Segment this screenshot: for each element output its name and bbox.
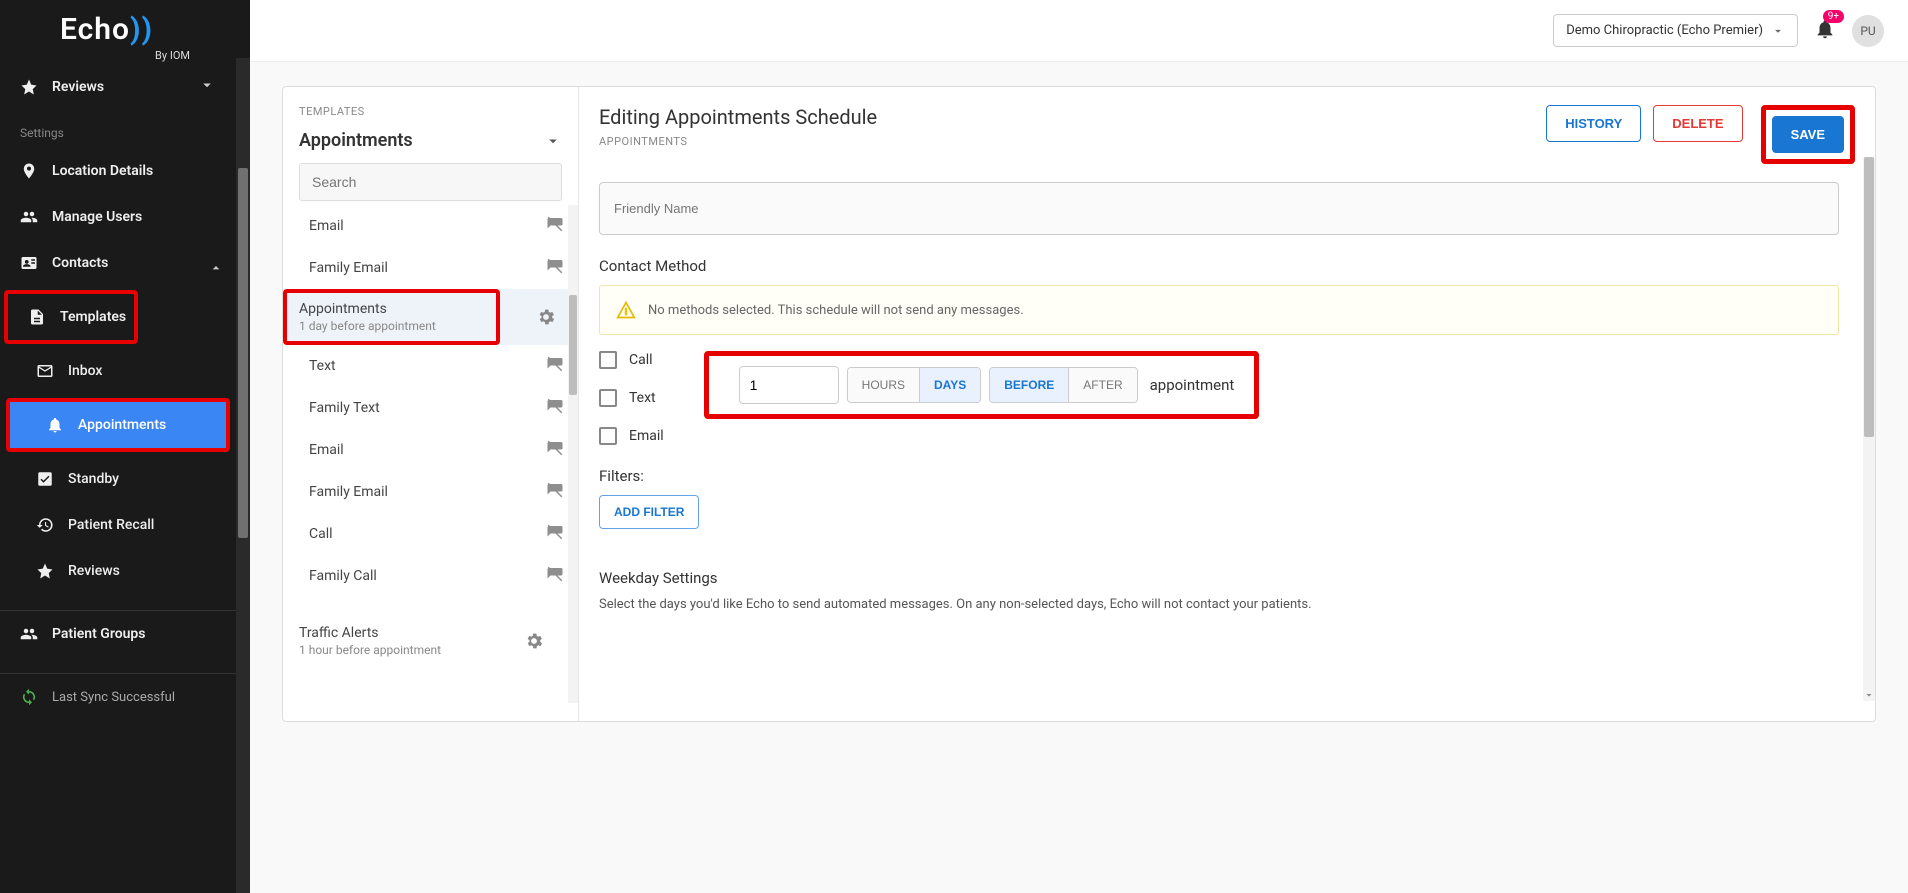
template-item-call[interactable]: Call [283, 513, 578, 555]
template-item-text[interactable]: Text [283, 345, 578, 387]
history-button[interactable]: HISTORY [1546, 105, 1641, 142]
location-icon [20, 162, 38, 180]
editor-title: Editing Appointments Schedule [599, 105, 1534, 129]
muted-icon [546, 481, 564, 503]
template-item-traffic-alerts[interactable]: Traffic Alerts 1 hour before appointment [283, 615, 578, 667]
warning-box: No methods selected. This schedule will … [599, 285, 1839, 335]
checkbox-text[interactable]: Text [599, 389, 664, 407]
templates-list-scrollbar[interactable] [568, 205, 578, 703]
friendly-name-input[interactable] [599, 182, 1839, 235]
template-item-family-email[interactable]: Family Email [283, 247, 578, 289]
seg-before-button[interactable]: BEFORE [990, 368, 1069, 402]
unit-toggle: HOURS DAYS [847, 367, 982, 403]
direction-toggle: BEFORE AFTER [989, 367, 1137, 403]
document-icon [28, 308, 46, 326]
templates-panel: TEMPLATES Appointments Email [283, 87, 579, 721]
template-item-email-2[interactable]: Email [283, 429, 578, 471]
sidebar-item-patient-recall[interactable]: Patient Recall [0, 502, 236, 548]
sidebar-item-location-details[interactable]: Location Details [0, 148, 236, 194]
org-selector[interactable]: Demo Chiropractic (Echo Premier) [1553, 14, 1798, 47]
add-filter-button[interactable]: ADD FILTER [599, 495, 699, 529]
timing-value-input[interactable] [739, 366, 839, 404]
caret-down-icon [1771, 24, 1785, 38]
groups-icon [20, 625, 38, 643]
notification-badge: 9+ [1823, 10, 1844, 23]
muted-icon [546, 257, 564, 279]
weekday-settings-label: Weekday Settings [599, 569, 1839, 587]
sidebar: Echo)) By IOM Reviews Settings Location … [0, 0, 250, 893]
weekday-settings-desc: Select the days you'd like Echo to send … [599, 597, 1839, 612]
logo: Echo)) [0, 0, 250, 55]
muted-icon [546, 397, 564, 419]
template-item-family-email-2[interactable]: Family Email [283, 471, 578, 513]
warning-icon [616, 300, 636, 320]
sidebar-item-manage-users[interactable]: Manage Users [0, 194, 236, 240]
sidebar-item-contacts[interactable]: Contacts [0, 240, 236, 286]
template-item-email[interactable]: Email [283, 205, 578, 247]
templates-label: TEMPLATES [299, 105, 562, 118]
template-item-appointments[interactable]: Appointments 1 day before appointment [283, 289, 578, 345]
editor-breadcrumb: APPOINTMENTS [599, 135, 1534, 148]
checkbox-call[interactable]: Call [599, 351, 664, 369]
template-item-family-call[interactable]: Family Call [283, 555, 578, 597]
sidebar-item-reviews-2[interactable]: Reviews [0, 548, 236, 594]
sidebar-scrollbar[interactable] [236, 58, 250, 893]
sync-icon [20, 688, 38, 706]
sidebar-item-last-sync[interactable]: Last Sync Successful [0, 674, 236, 720]
inbox-icon [36, 362, 54, 380]
seg-after-button[interactable]: AFTER [1069, 368, 1136, 402]
sidebar-section-settings: Settings [0, 112, 236, 148]
users-icon [20, 208, 38, 226]
standby-icon [36, 470, 54, 488]
muted-icon [546, 355, 564, 377]
save-button[interactable]: SAVE [1772, 116, 1844, 153]
delete-button[interactable]: DELETE [1653, 105, 1742, 142]
filters-label: Filters: [599, 467, 1839, 485]
editor-scrollbar[interactable] [1863, 157, 1875, 701]
logo-sub: By IOM [0, 49, 250, 62]
checkbox-email[interactable]: Email [599, 427, 664, 445]
sidebar-item-patient-groups[interactable]: Patient Groups [0, 611, 236, 657]
sidebar-item-inbox[interactable]: Inbox [0, 348, 236, 394]
scroll-down-icon [1863, 689, 1875, 701]
notifications-button[interactable]: 9+ [1814, 18, 1836, 44]
star-icon [36, 562, 54, 580]
sidebar-item-appointments[interactable]: Appointments [10, 402, 226, 448]
muted-icon [546, 215, 564, 237]
sidebar-item-templates[interactable]: Templates [8, 294, 134, 340]
bell-icon [46, 416, 64, 434]
template-item-family-text[interactable]: Family Text [283, 387, 578, 429]
chevron-down-icon [198, 76, 216, 98]
chevron-down-icon[interactable] [544, 132, 562, 150]
contact-method-label: Contact Method [599, 257, 1839, 275]
templates-search-input[interactable] [299, 163, 562, 201]
recall-icon [36, 516, 54, 534]
contacts-icon [20, 254, 38, 272]
avatar[interactable]: PU [1852, 15, 1884, 47]
gear-icon[interactable] [524, 631, 544, 651]
topbar: Demo Chiropractic (Echo Premier) 9+ PU [250, 0, 1908, 62]
seg-days-button[interactable]: DAYS [920, 368, 980, 402]
sidebar-item-reviews[interactable]: Reviews [0, 62, 236, 112]
seg-hours-button[interactable]: HOURS [848, 368, 920, 402]
gear-icon[interactable] [536, 307, 556, 327]
star-icon [20, 78, 38, 96]
sidebar-item-standby[interactable]: Standby [0, 456, 236, 502]
appointment-text: appointment [1150, 376, 1235, 394]
muted-icon [546, 439, 564, 461]
muted-icon [546, 565, 564, 587]
templates-title: Appointments [299, 130, 413, 151]
editor-panel: Editing Appointments Schedule APPOINTMEN… [579, 87, 1875, 721]
muted-icon [546, 523, 564, 545]
